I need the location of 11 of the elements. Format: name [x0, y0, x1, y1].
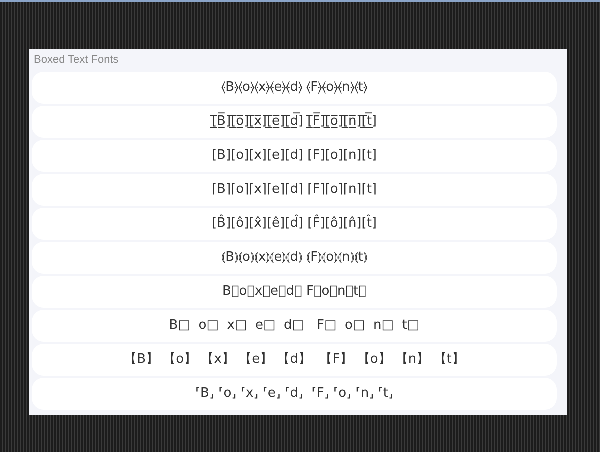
- font-sample-row[interactable]: ⌈B⌉⌈o⌉⌈x⌉⌈e⌉⌈d⌉ ⌈F⌉⌈o⌉⌈n⌉⌈t⌉: [32, 174, 557, 206]
- font-sample-row[interactable]: 【B】 【o】 【x】 【e】 【d】 【F】 【o】 【n】 【t】: [32, 344, 557, 376]
- font-sample-row[interactable]: [B̂][ô][x̂][ê][d̂] [F̂][ô][n̂][t̂]: [32, 208, 557, 240]
- font-sample-row[interactable]: ⸢B⸥ ⸢o⸥ ⸢x⸥ ⸢e⸥ ⸢d⸥ ⸢F⸥ ⸢o⸥ ⸢n⸥ ⸢t⸥: [32, 378, 557, 410]
- font-sample-row[interactable]: [B][o][x][e][d] [F][o][n][t]: [32, 140, 557, 172]
- panel-title: Boxed Text Fonts: [33, 53, 120, 68]
- font-sample-row[interactable]: B⃞o⃞x⃞e⃞d⃞ F⃞o⃞n⃞t⃞: [32, 276, 557, 308]
- font-sample-row[interactable]: B□ o□ x□ e□ d□ F□ o□ n□ t□: [32, 310, 557, 342]
- font-sample-row[interactable]: [̲̅B̲̅][̲̅o̲̅][̲̅x̲̅][̲̅e̲̅][̲̅d̲̅] [̲̅F̲̅][̲̅o̲̅][̲̅n̲̅][̲̅t̲̅]: [32, 106, 557, 138]
- font-sample-row[interactable]: ⦑B⦒⦑o⦒⦑x⦒⦑e⦒⦑d⦒ ⦑F⦒⦑o⦒⦑n⦒⦑t⦒: [32, 72, 557, 104]
- font-sample-row[interactable]: ⦅B⦆⦅o⦆⦅x⦆⦅e⦆⦅d⦆ ⦅F⦆⦅o⦆⦅n⦆⦅t⦆: [32, 242, 557, 274]
